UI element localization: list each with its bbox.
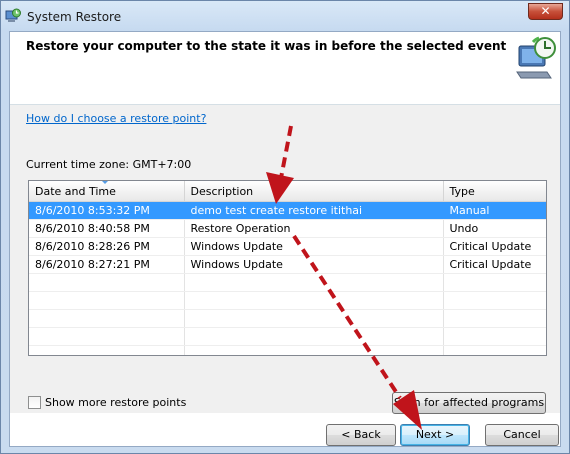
column-header-type[interactable]: Type <box>443 181 546 202</box>
cell-type: Undo <box>443 219 546 238</box>
table-row[interactable]: 8/6/2010 8:27:21 PM Windows Update Criti… <box>29 255 546 274</box>
empty-row <box>29 273 546 292</box>
help-link[interactable]: How do I choose a restore point? <box>26 112 206 125</box>
window-title: System Restore <box>27 10 122 24</box>
show-more-label: Show more restore points <box>45 396 187 409</box>
system-restore-window: System Restore ✕ Restore your computer t… <box>0 0 570 454</box>
table-row[interactable]: 8/6/2010 8:28:26 PM Windows Update Criti… <box>29 237 546 256</box>
table-row[interactable]: 8/6/2010 8:40:58 PM Restore Operation Un… <box>29 219 546 238</box>
wizard-header: Restore your computer to the state it wa… <box>10 32 560 92</box>
cell-description: Windows Update <box>184 255 444 274</box>
page-heading: Restore your computer to the state it wa… <box>26 39 507 53</box>
cell-date: 8/6/2010 8:40:58 PM <box>29 219 185 238</box>
title-bar[interactable]: System Restore ✕ <box>1 1 569 31</box>
cell-type: Manual <box>443 201 546 220</box>
cell-date: 8/6/2010 8:27:21 PM <box>29 255 185 274</box>
column-header-description[interactable]: Description <box>184 181 444 202</box>
empty-row <box>29 309 546 328</box>
table-header-row: Date and Time Description Type <box>29 181 546 202</box>
close-icon: ✕ <box>540 4 551 18</box>
sort-ascending-icon <box>101 181 109 184</box>
system-restore-monitor-clock-icon <box>516 36 556 79</box>
cell-description: Windows Update <box>184 237 444 256</box>
timezone-label: Current time zone: GMT+7:00 <box>26 158 192 171</box>
next-button[interactable]: Next > <box>400 424 470 446</box>
show-more-checkbox-row[interactable]: Show more restore points <box>28 396 186 409</box>
cell-type: Critical Update <box>443 255 546 274</box>
system-restore-icon <box>5 8 21 22</box>
empty-row <box>29 345 546 355</box>
empty-row <box>29 327 546 346</box>
table-row[interactable]: 8/6/2010 8:53:32 PM demo test create res… <box>29 201 546 220</box>
wizard-content: How do I choose a restore point? Current… <box>10 104 560 414</box>
back-button[interactable]: < Back <box>326 424 396 446</box>
restore-points-list[interactable]: Date and Time Description Type 8/6/2010 … <box>28 180 547 356</box>
show-more-checkbox[interactable] <box>28 396 41 409</box>
cell-type: Critical Update <box>443 237 546 256</box>
empty-row <box>29 291 546 310</box>
cell-description: Restore Operation <box>184 219 444 238</box>
cancel-button[interactable]: Cancel <box>485 424 559 446</box>
close-button[interactable]: ✕ <box>528 3 563 20</box>
cell-date: 8/6/2010 8:53:32 PM <box>29 201 185 220</box>
cell-date: 8/6/2010 8:28:26 PM <box>29 237 185 256</box>
cell-description: demo test create restore itithai <box>184 201 444 220</box>
scan-affected-programs-button[interactable]: Scan for affected programs <box>392 392 546 414</box>
column-header-date[interactable]: Date and Time <box>29 181 185 202</box>
wizard-body: Restore your computer to the state it wa… <box>9 31 561 447</box>
